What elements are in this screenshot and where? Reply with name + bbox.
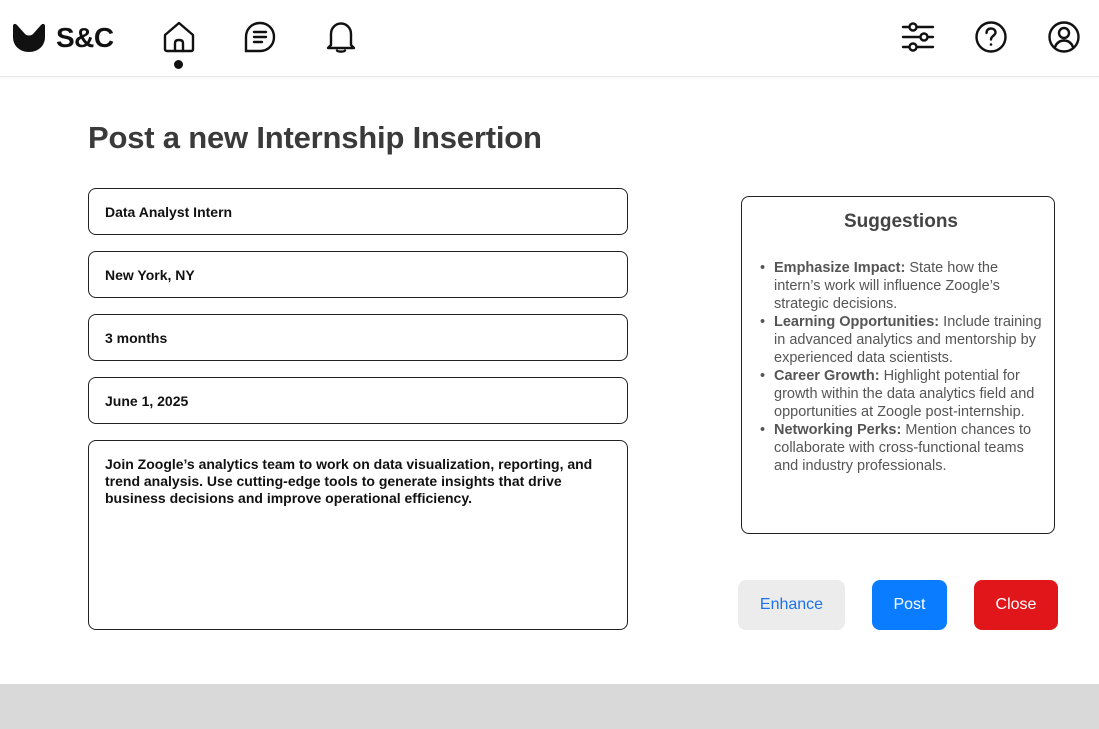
page-title: Post a new Internship Insertion (88, 120, 542, 155)
suggestion-item: Career Growth: Highlight potential for g… (758, 367, 1044, 421)
suggestion-heading: Emphasize Impact: (774, 260, 906, 276)
sliders-icon (901, 22, 935, 52)
internship-title-input[interactable] (88, 188, 628, 235)
bell-icon (326, 22, 356, 53)
description-textarea[interactable]: Join Zoogle’s analytics team to work on … (88, 440, 628, 630)
nav-home-button[interactable] (162, 20, 196, 54)
nav-documents-button[interactable] (243, 20, 277, 54)
suggestions-title: Suggestions (843, 211, 958, 232)
footer-bar (0, 684, 1099, 729)
suggestion-heading: Learning Opportunities: (774, 314, 940, 330)
home-icon (163, 21, 195, 53)
suggestions-panel: Suggestions Emphasize Impact: State how … (741, 196, 1055, 534)
suggestion-item: Learning Opportunities: Include training… (758, 313, 1044, 367)
help-button[interactable] (974, 20, 1008, 54)
document-list-icon (244, 21, 276, 53)
account-button[interactable] (1047, 20, 1081, 54)
close-button[interactable]: Close (974, 580, 1058, 630)
top-navigation-bar: S&C (0, 0, 1099, 77)
logo-mark-icon (13, 23, 45, 52)
nav-notifications-button[interactable] (324, 20, 358, 54)
filters-button[interactable] (901, 20, 935, 54)
brand-name: S&C (56, 22, 114, 53)
user-account-icon (1048, 21, 1080, 53)
post-button[interactable]: Post (872, 580, 947, 630)
start-date-input[interactable] (88, 377, 628, 424)
enhance-button[interactable]: Enhance (738, 580, 845, 630)
suggestion-heading: Career Growth: (774, 368, 880, 384)
brand-logo[interactable]: S&C (12, 22, 114, 54)
active-nav-indicator (174, 60, 183, 69)
duration-input[interactable] (88, 314, 628, 361)
suggestion-item: Networking Perks: Mention chances to col… (758, 421, 1044, 475)
suggestions-list: Emphasize Impact: State how the intern’s… (758, 259, 1044, 475)
suggestion-item: Emphasize Impact: State how the intern’s… (758, 259, 1044, 313)
suggestion-heading: Networking Perks: (774, 422, 902, 438)
location-input[interactable] (88, 251, 628, 298)
help-icon (975, 21, 1007, 53)
